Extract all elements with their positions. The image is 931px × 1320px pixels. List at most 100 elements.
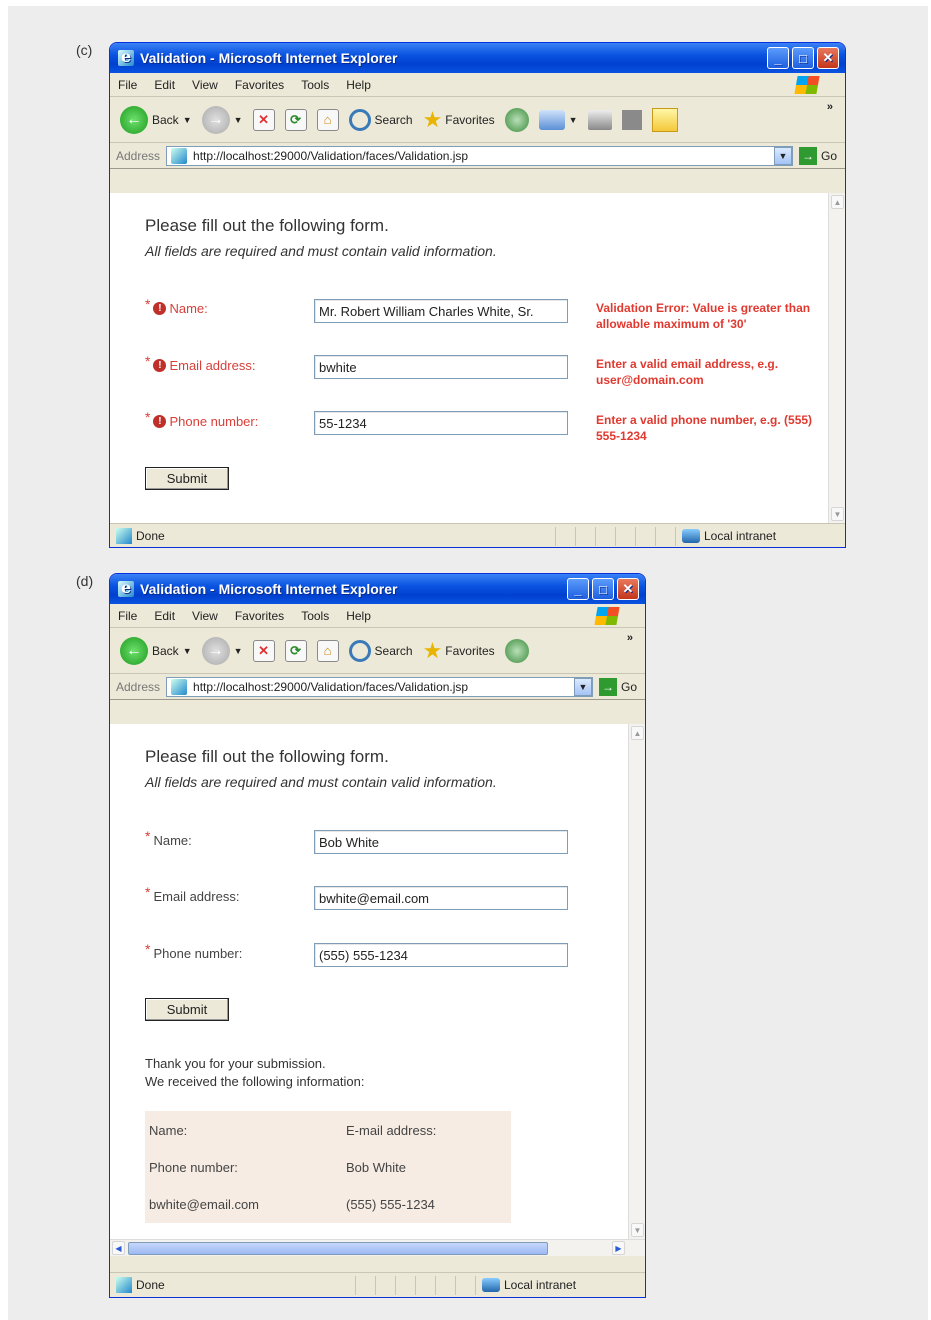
- menu-file[interactable]: File: [118, 609, 137, 623]
- intranet-icon: [482, 1278, 500, 1292]
- address-input[interactable]: http://localhost:29000/Validation/faces/…: [166, 145, 793, 166]
- toolbar: ← Back ▼ → ▼ ✕ ⟳ ⌂ Search ★ Favorites ▼ »: [110, 97, 845, 143]
- name-label: * Name:: [145, 828, 192, 848]
- menu-view[interactable]: View: [192, 78, 218, 92]
- result-cell: (555) 555-1234: [346, 1197, 435, 1212]
- scroll-left-icon[interactable]: ◀: [112, 1241, 125, 1255]
- edit-icon[interactable]: [621, 109, 642, 130]
- menu-help[interactable]: Help: [346, 78, 371, 92]
- thanks-line-2: We received the following information:: [145, 1074, 365, 1089]
- toolbar-overflow-icon[interactable]: »: [627, 632, 633, 644]
- page-done-icon: [116, 528, 132, 544]
- address-input[interactable]: http://localhost:29000/Validation/faces/…: [166, 676, 593, 697]
- stop-icon[interactable]: ✕: [252, 639, 275, 662]
- refresh-icon[interactable]: ⟳: [284, 108, 307, 131]
- window-title: Validation - Microsoft Internet Explorer: [140, 581, 398, 597]
- star-icon: ★: [422, 637, 443, 663]
- submit-button[interactable]: Submit: [145, 467, 229, 490]
- go-button[interactable]: → Go: [598, 677, 637, 696]
- close-button[interactable]: ✕: [617, 578, 639, 600]
- menu-view[interactable]: View: [192, 609, 218, 623]
- forward-button[interactable]: → ▼: [201, 636, 243, 665]
- email-input[interactable]: [314, 886, 568, 910]
- result-table: Name: E-mail address: Phone number: Bob …: [145, 1111, 511, 1223]
- minimize-button[interactable]: _: [567, 578, 589, 600]
- menu-bar: File Edit View Favorites Tools Help: [110, 604, 645, 628]
- submit-button[interactable]: Submit: [145, 998, 229, 1021]
- history-icon[interactable]: [504, 107, 529, 132]
- status-bar: Done Local intranet: [110, 1272, 645, 1297]
- back-button[interactable]: ← Back ▼: [120, 105, 192, 134]
- windows-logo-icon: [594, 607, 620, 625]
- stop-icon[interactable]: ✕: [252, 108, 275, 131]
- minimize-button[interactable]: _: [767, 47, 789, 69]
- browser-window-c: Validation - Microsoft Internet Explorer…: [109, 42, 846, 548]
- scroll-right-icon[interactable]: ▶: [612, 1241, 625, 1255]
- forward-button[interactable]: → ▼: [201, 105, 243, 134]
- maximize-button[interactable]: □: [792, 47, 814, 69]
- scroll-up-icon[interactable]: ▲: [631, 726, 644, 740]
- menu-favorites[interactable]: Favorites: [235, 609, 284, 623]
- panel-label-c: (c): [76, 42, 93, 58]
- thanks-line-1: Thank you for your submission.: [145, 1056, 326, 1071]
- result-cell: Phone number:: [149, 1160, 238, 1175]
- favorites-button[interactable]: ★ Favorites: [423, 107, 495, 133]
- history-icon[interactable]: [504, 638, 529, 663]
- maximize-button[interactable]: □: [592, 578, 614, 600]
- email-input[interactable]: [314, 355, 568, 379]
- phone-input[interactable]: [314, 943, 568, 967]
- address-bar: Address http://localhost:29000/Validatio…: [110, 674, 645, 700]
- search-icon: [348, 108, 371, 131]
- title-bar[interactable]: Validation - Microsoft Internet Explorer…: [110, 574, 645, 604]
- folder-icon[interactable]: [651, 107, 678, 132]
- thanks-message: Thank you for your submission. We receiv…: [145, 1055, 364, 1091]
- name-input[interactable]: [314, 830, 568, 854]
- page-icon: [171, 147, 188, 164]
- mail-icon[interactable]: [538, 109, 565, 130]
- menu-tools[interactable]: Tools: [301, 609, 329, 623]
- menu-help[interactable]: Help: [346, 609, 371, 623]
- vertical-scrollbar[interactable]: ▲ ▼: [628, 724, 645, 1239]
- home-icon[interactable]: ⌂: [316, 639, 339, 662]
- refresh-icon[interactable]: ⟳: [284, 639, 307, 662]
- close-button[interactable]: ✕: [817, 47, 839, 69]
- scroll-down-icon[interactable]: ▼: [831, 507, 844, 521]
- menu-edit[interactable]: Edit: [154, 609, 175, 623]
- address-dropdown-icon[interactable]: ▼: [773, 146, 792, 165]
- back-arrow-icon: ←: [120, 636, 148, 665]
- vertical-scrollbar[interactable]: ▲ ▼: [828, 193, 845, 523]
- scroll-down-icon[interactable]: ▼: [631, 1223, 644, 1237]
- address-label: Address: [116, 679, 161, 694]
- result-cell: E-mail address:: [346, 1123, 437, 1138]
- print-icon[interactable]: [587, 109, 612, 130]
- phone-input[interactable]: [314, 411, 568, 435]
- scroll-up-icon[interactable]: ▲: [831, 195, 844, 209]
- home-icon[interactable]: ⌂: [316, 108, 339, 131]
- toolbar-overflow-icon[interactable]: »: [827, 101, 833, 113]
- go-button[interactable]: → Go: [798, 146, 837, 165]
- form-heading: Please fill out the following form.: [145, 747, 389, 766]
- menu-edit[interactable]: Edit: [154, 78, 175, 92]
- menu-tools[interactable]: Tools: [301, 78, 329, 92]
- horizontal-scroll-thumb[interactable]: [128, 1242, 548, 1255]
- title-bar[interactable]: Validation - Microsoft Internet Explorer…: [110, 43, 845, 73]
- favorites-button[interactable]: ★ Favorites: [423, 638, 495, 664]
- result-cell: bwhite@email.com: [149, 1197, 260, 1212]
- name-input[interactable]: [314, 299, 568, 323]
- menu-file[interactable]: File: [118, 78, 137, 92]
- address-url: http://localhost:29000/Validation/faces/…: [193, 679, 469, 694]
- windows-logo-icon: [794, 76, 820, 94]
- browser-window-d: Validation - Microsoft Internet Explorer…: [109, 573, 646, 1298]
- error-icon: !: [153, 358, 167, 372]
- search-button[interactable]: Search: [348, 108, 413, 131]
- go-arrow-icon: →: [598, 677, 617, 696]
- form-subheading: All fields are required and must contain…: [145, 774, 497, 790]
- address-dropdown-icon[interactable]: ▼: [573, 677, 592, 696]
- panel-label-d: (d): [76, 573, 94, 589]
- back-arrow-icon: ←: [120, 105, 148, 134]
- menu-favorites[interactable]: Favorites: [235, 78, 284, 92]
- horizontal-scrollbar[interactable]: ◀ ▶: [110, 1239, 645, 1256]
- back-button[interactable]: ← Back ▼: [120, 636, 192, 665]
- security-zone: Local intranet: [675, 526, 845, 546]
- search-button[interactable]: Search: [348, 639, 413, 662]
